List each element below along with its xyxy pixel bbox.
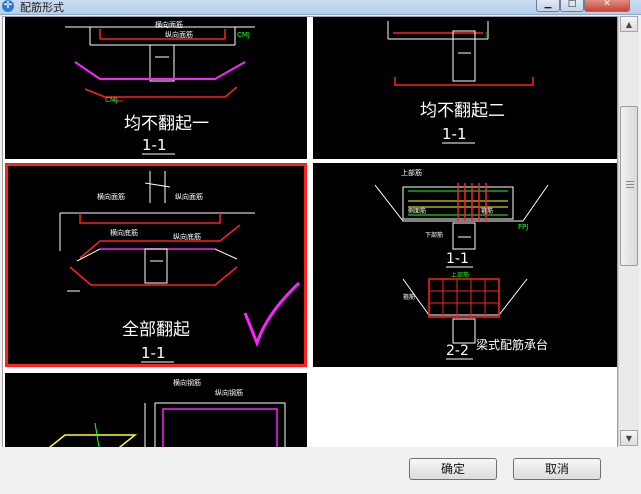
scroll-down-arrow-icon[interactable]: ▼	[620, 430, 638, 446]
option-fifth[interactable]: 横向钢筋 纵向钢筋	[5, 373, 307, 447]
side-marker: ⁞	[485, 31, 487, 39]
zdj-label: 纵向底筋	[173, 232, 201, 241]
option-caption: 均不翻起一	[124, 114, 209, 134]
maximize-button[interactable]: □	[560, 0, 584, 12]
option-caption: 全部翻起	[122, 320, 190, 340]
dialog-title: 配筋形式	[20, 1, 64, 14]
section-label: 1-1	[442, 125, 467, 143]
sj-label: 上部筋	[451, 271, 469, 279]
section-label-top: 1-1	[446, 251, 469, 267]
gj-label: 箍筋	[481, 207, 493, 215]
reinforcement-gallery: CMJ CMJ 横向面筋 纵向面筋 均不翻起一 1-1 ⁞ 均不翻起二 1-1 …	[2, 16, 618, 448]
reinforcement-type-dialog: ✛ 配筋形式 ▁ □ ✕ CMJ CMJ 横向面筋 纵向面筋 均不翻起一 1-1…	[0, 0, 641, 494]
minimize-button[interactable]: ▁	[536, 0, 560, 12]
hgj-label: 横向钢筋	[173, 378, 201, 387]
sbj-label: 上部筋	[401, 168, 422, 177]
cancel-button[interactable]: 取消	[513, 458, 601, 480]
scroll-up-arrow-icon[interactable]: ▲	[620, 16, 638, 32]
dialog-footer: 确定 取消	[0, 447, 641, 494]
section-label: 1-1	[142, 136, 167, 154]
option-no-bend-two[interactable]: ⁞ 均不翻起二 1-1	[313, 17, 617, 159]
cmj-label: CMJ	[105, 96, 118, 104]
fpj-label: FPJ	[518, 223, 528, 231]
option-no-bend-one[interactable]: CMJ CMJ 横向面筋 纵向面筋 均不翻起一 1-1	[5, 17, 307, 159]
cmj-label-right: CMJ	[237, 31, 250, 39]
ok-button[interactable]: 确定	[409, 458, 497, 480]
vertical-scrollbar[interactable]: ▲ ▼	[618, 16, 639, 446]
top-rebar-label-2: 纵向面筋	[165, 30, 193, 39]
top-rebar-label: 横向面筋	[155, 20, 183, 29]
close-button[interactable]: ✕	[584, 0, 630, 12]
title-bar: ✛ 配筋形式 ▁ □ ✕	[0, 0, 641, 15]
app-icon: ✛	[2, 0, 14, 12]
zgj-label: 纵向钢筋	[215, 388, 243, 397]
option-caption: 梁式配筋承台	[476, 337, 548, 352]
scrollbar-thumb[interactable]	[620, 106, 638, 266]
option-caption: 均不翻起二	[420, 101, 505, 121]
zmj-label: 纵向面筋	[175, 192, 203, 201]
ccj-label: 侧面筋	[408, 207, 426, 215]
option-all-bend[interactable]: 横向面筋 纵向面筋 横向底筋 纵向底筋 全部翻起 1-1	[5, 163, 307, 367]
section-label: 1-1	[141, 344, 166, 362]
section-label-bottom: 2-2	[446, 343, 469, 359]
hdj-label: 横向底筋	[110, 228, 138, 237]
hmj-label: 横向面筋	[97, 192, 125, 201]
checkmark-icon	[243, 281, 301, 348]
xbj-label: 下部筋	[425, 231, 443, 239]
option-beam-cap[interactable]: 上部筋 侧面筋 下部筋 箍筋 FPJ 1-1 上部筋 箍筋 2-2 梁式配筋承台	[313, 163, 617, 367]
gj2-label: 箍筋	[403, 293, 415, 301]
